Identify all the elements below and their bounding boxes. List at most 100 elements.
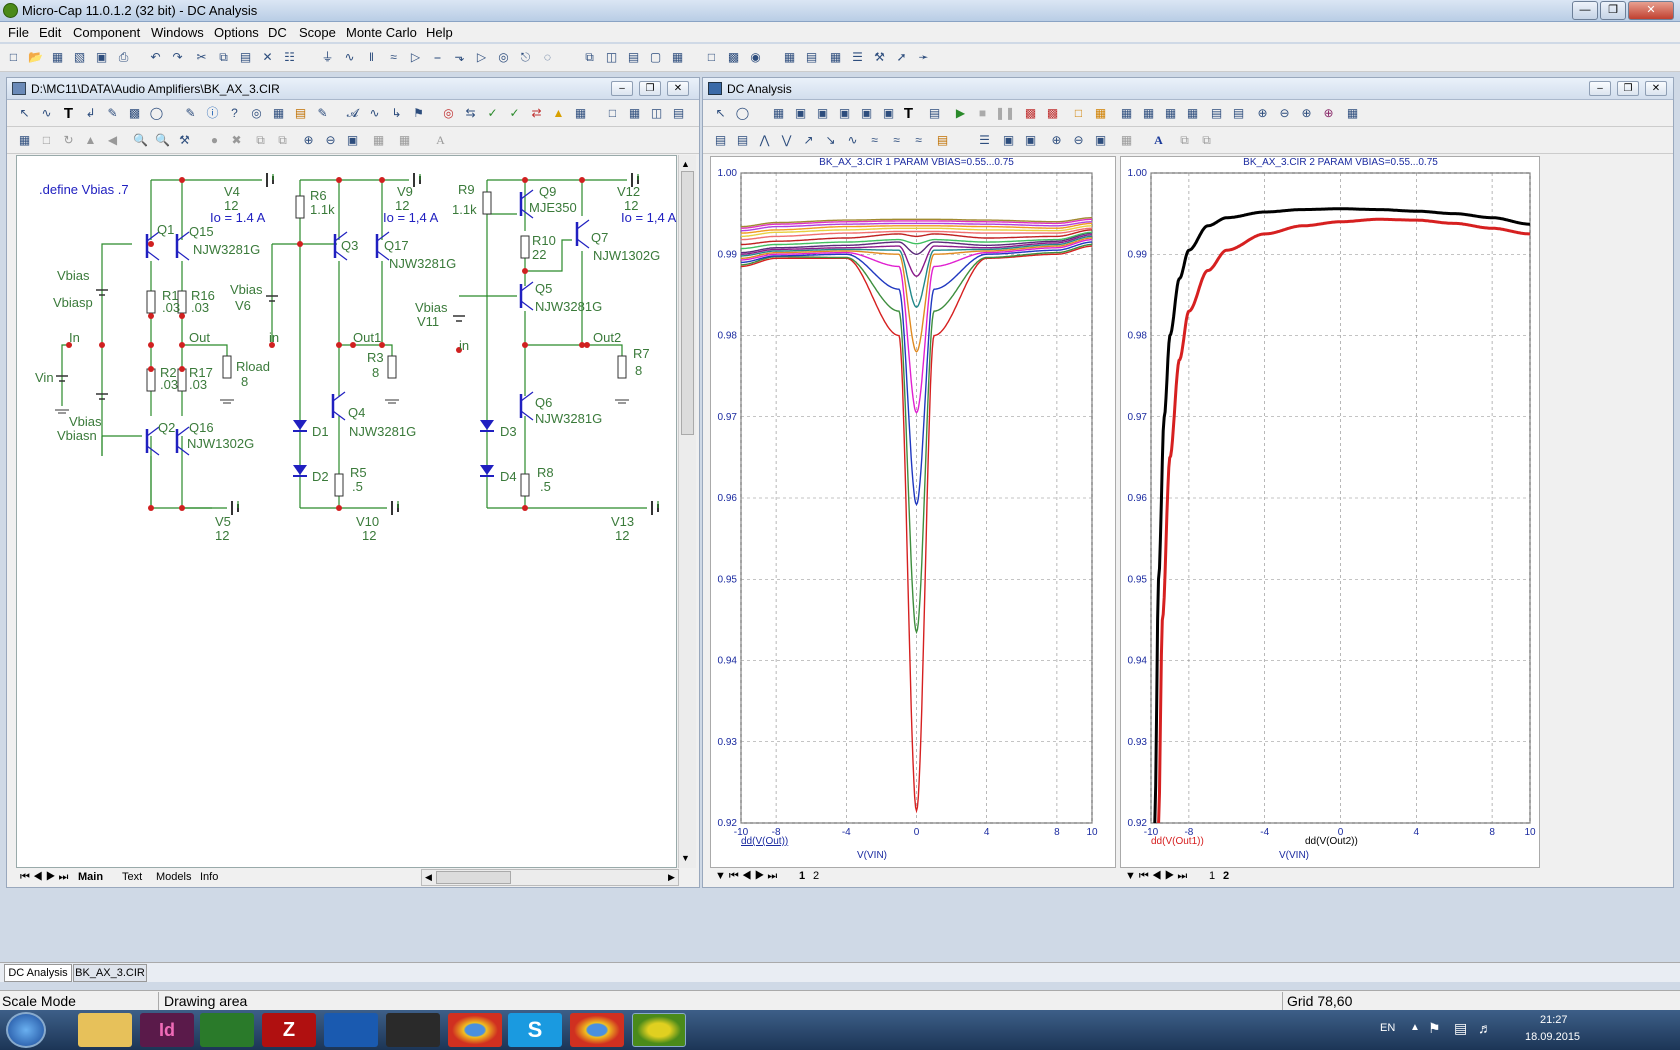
zoom-minus-icon[interactable]: ⊖ (1069, 131, 1088, 150)
vert-axis-icon[interactable]: ▤ (1229, 104, 1248, 123)
node-numbers-icon[interactable]: ∿ (365, 104, 384, 123)
tile-vertical-icon[interactable]: ◫ (602, 48, 621, 67)
rotate-icon[interactable]: ↻ (59, 131, 78, 150)
tools-icon[interactable]: ⚒ (870, 48, 889, 67)
plot-1[interactable]: BK_AX_3.CIR 1 PARAM VBIAS=0.55...0.75 0.9… (711, 157, 1117, 869)
marker-icon[interactable]: ▣ (857, 104, 876, 123)
minimize-button[interactable]: — (1572, 1, 1598, 20)
calculator-icon[interactable]: ▦ (668, 48, 687, 67)
limits-icon[interactable]: ▤ (925, 104, 944, 123)
undo-icon[interactable]: ↶ (146, 48, 165, 67)
global-high-icon[interactable]: ≈ (865, 131, 884, 150)
schematic-diagram[interactable]: Q1 Q15 NJW3281G V4 12 Io = 1.4 A Vbias Vbiasp R1… (17, 156, 678, 869)
schematic-vscroll[interactable]: ▲ ▼ (678, 155, 696, 868)
maximize-button[interactable]: ❐ (1600, 1, 1626, 20)
cursor-left-icon[interactable]: ▤ (711, 131, 730, 150)
fft-icon[interactable]: ▩ (1043, 104, 1062, 123)
volume-tray-icon[interactable]: ♬ (1478, 1020, 1492, 1036)
opamp-icon[interactable]: ▷ (472, 48, 491, 67)
tag-icon[interactable]: ▣ (879, 104, 898, 123)
align-icon[interactable]: ▦ (395, 131, 414, 150)
high-icon[interactable]: ↗ (799, 131, 818, 150)
plus-mode-icon[interactable]: ▦ (1183, 104, 1202, 123)
diode-icon[interactable]: ▷ (406, 48, 425, 67)
valley-icon[interactable]: ⋁ (777, 131, 796, 150)
zoom-window-icon[interactable]: ▣ (1091, 131, 1110, 150)
notes-icon[interactable]: ☰ (975, 131, 994, 150)
stepping-icon[interactable]: ▩ (1021, 104, 1040, 123)
menu-windows[interactable]: Windows (151, 25, 204, 40)
plot-1-tab-2[interactable]: 2 (813, 870, 819, 882)
plot-2-tab-2[interactable]: 2 (1223, 870, 1229, 882)
analysis-minimize-button[interactable]: – (1589, 81, 1611, 96)
menu-dc[interactable]: DC (268, 25, 287, 40)
tools2-icon[interactable]: ⚒ (175, 131, 194, 150)
chrome2-task-icon[interactable] (570, 1013, 624, 1047)
resistor-icon[interactable]: ∿ (340, 48, 359, 67)
copy2-icon[interactable]: ⧉ (251, 131, 270, 150)
fit-h-icon[interactable]: ▣ (999, 131, 1018, 150)
scroll-left-icon[interactable]: ◀ (425, 872, 432, 883)
window-icon[interactable]: ▢ (646, 48, 665, 67)
hier-icon[interactable]: ◫ (647, 104, 666, 123)
network-tray-icon[interactable]: ▤ (1454, 1020, 1467, 1037)
shapes-icon[interactable]: ◯ (733, 104, 752, 123)
video-task-icon[interactable] (386, 1013, 440, 1047)
scale-icon[interactable]: ▦ (769, 104, 788, 123)
probe-icon[interactable]: ◎ (247, 104, 266, 123)
inflection-icon[interactable]: ∿ (843, 131, 862, 150)
microcap-task-icon[interactable] (632, 1013, 686, 1047)
paste-data-icon[interactable]: ⧉ (1197, 131, 1216, 150)
copy-data-icon[interactable]: ⧉ (1175, 131, 1194, 150)
help-icon[interactable]: ▤ (802, 48, 821, 67)
page-props-icon[interactable]: ▦ (625, 104, 644, 123)
grid-icon[interactable]: ▦ (571, 104, 590, 123)
tab-info[interactable]: Info (200, 871, 218, 883)
skype-task-icon[interactable]: S (508, 1013, 562, 1047)
plot-2-tab-nav-icons[interactable]: ▼⏮◀▶⏭ (1125, 870, 1190, 883)
grid-table-icon[interactable]: ▤ (291, 104, 310, 123)
table-icon[interactable]: ▦ (269, 104, 288, 123)
menu-options[interactable]: Options (214, 25, 259, 40)
menu-scope[interactable]: Scope (299, 25, 336, 40)
explorer-task-icon[interactable] (78, 1013, 132, 1047)
zoom-plus-icon[interactable]: ⊕ (1047, 131, 1066, 150)
node-icon[interactable]: ◌ (538, 48, 557, 67)
npn-icon[interactable]: ⬎ (450, 48, 469, 67)
swap-icon[interactable]: ⇄ (527, 104, 546, 123)
info-icon[interactable]: ⓘ (203, 104, 222, 123)
layout-icon[interactable]: ▦ (1117, 131, 1136, 150)
plot-fit-icon[interactable]: ➛ (914, 48, 933, 67)
switch-icon[interactable]: ⎋ (516, 48, 535, 67)
stop-run-icon[interactable]: ■ (973, 104, 992, 123)
ruler-icon[interactable]: ▦ (1161, 104, 1180, 123)
cursor-icon[interactable]: ▣ (813, 104, 832, 123)
zoom-auto-icon[interactable]: ⊕ (1319, 104, 1338, 123)
schematic-hscroll-thumb[interactable] (436, 871, 511, 884)
cancel-icon[interactable]: ✖ (227, 131, 246, 150)
close-button[interactable]: ✕ (1628, 1, 1674, 20)
properties-plot-icon[interactable]: ▦ (1343, 104, 1362, 123)
analysis-text-icon[interactable]: T (899, 104, 918, 123)
language-indicator[interactable]: EN (1380, 1022, 1395, 1034)
flip-icon[interactable]: ◀ (103, 131, 122, 150)
schematic-minimize-button[interactable]: – (611, 81, 633, 96)
edit-icon[interactable]: ✎ (313, 104, 332, 123)
menu-component[interactable]: Component (73, 25, 140, 40)
cascade-icon[interactable]: ⧉ (580, 48, 599, 67)
scroll-down-icon[interactable]: ▼ (681, 853, 690, 863)
tile-horizontal-icon[interactable]: ▤ (624, 48, 643, 67)
peak-icon[interactable]: ⋀ (755, 131, 774, 150)
save-all-icon[interactable]: ▧ (70, 48, 89, 67)
tab-models[interactable]: Models (156, 871, 191, 883)
zoom-box-icon[interactable]: ▣ (791, 104, 810, 123)
plot-icon[interactable]: ➚ (892, 48, 911, 67)
clock-time[interactable]: 21:27 (1540, 1014, 1568, 1026)
find-next-icon[interactable]: 🔍 (153, 131, 172, 150)
zoom-out-icon[interactable]: ⊖ (321, 131, 340, 150)
flag-tray-icon[interactable]: ⚑ (1428, 1020, 1441, 1037)
wire-mode-icon[interactable]: ∿ (37, 104, 56, 123)
menu-monte-carlo[interactable]: Monte Carlo (346, 25, 417, 40)
print-icon[interactable]: ⎙ (114, 48, 133, 67)
text-attr-icon[interactable]: 𝓐 (343, 104, 362, 123)
